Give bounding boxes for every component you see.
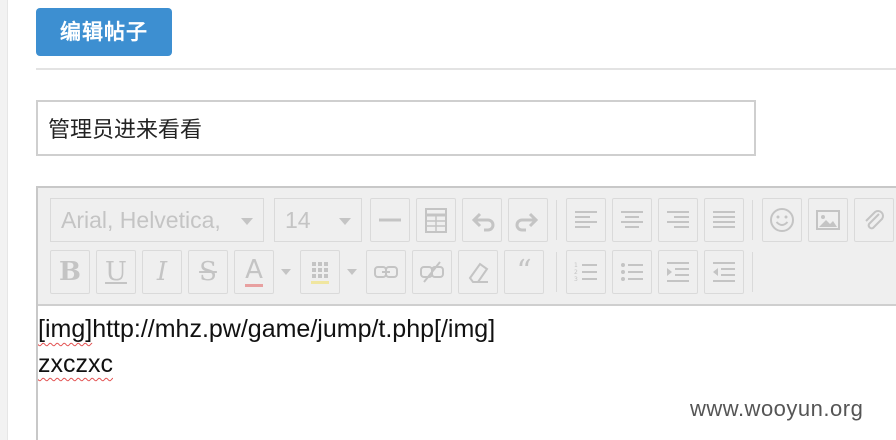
strikethrough-icon: S xyxy=(199,257,217,287)
eraser-icon xyxy=(468,262,489,283)
italic-button[interactable]: I xyxy=(142,250,182,294)
remove-format-button[interactable] xyxy=(458,250,498,294)
font-size-select[interactable]: 14 xyxy=(274,198,362,242)
background-color-button[interactable] xyxy=(300,250,340,294)
svg-text:3: 3 xyxy=(574,276,578,283)
align-justify-icon xyxy=(713,211,735,228)
outdent-icon xyxy=(713,262,735,282)
horizontal-rule-icon xyxy=(379,218,401,222)
ordered-list-button[interactable]: 123 xyxy=(566,250,606,294)
strikethrough-button[interactable]: S xyxy=(188,250,228,294)
table-icon xyxy=(425,208,447,233)
underline-button[interactable]: U xyxy=(96,250,136,294)
font-size-value: 14 xyxy=(285,207,311,233)
toolbar-separator xyxy=(752,252,753,292)
unordered-list-button[interactable] xyxy=(612,250,652,294)
editor-toolbar: Arial, Helvetica, 14 B U I S A “ 1 2 3 xyxy=(38,188,896,306)
content-line-2: zxczxc xyxy=(38,347,896,382)
italic-icon: I xyxy=(156,257,168,287)
attachment-button[interactable] xyxy=(854,198,894,242)
left-rail xyxy=(0,0,8,440)
svg-text:1: 1 xyxy=(574,262,578,269)
font-color-icon: A xyxy=(245,255,263,287)
attachment-icon xyxy=(865,210,884,230)
align-right-button[interactable] xyxy=(658,198,698,242)
chevron-down-icon[interactable] xyxy=(344,250,360,294)
unlink-button[interactable] xyxy=(412,250,452,294)
bold-button[interactable]: B xyxy=(50,250,90,294)
indent-button[interactable] xyxy=(658,250,698,294)
link-icon xyxy=(374,266,398,278)
page-title-button[interactable]: 编辑帖子 xyxy=(36,8,172,56)
underline-icon: U xyxy=(105,257,127,287)
align-center-button[interactable] xyxy=(612,198,652,242)
content-line-1: [img]http://mhz.pw/game/jump/t.php[/img] xyxy=(38,312,896,347)
align-left-icon xyxy=(575,211,597,228)
unlink-icon xyxy=(420,261,444,283)
chevron-down-icon[interactable] xyxy=(278,250,294,294)
redo-icon xyxy=(515,212,539,232)
bold-icon: B xyxy=(59,257,81,287)
quote-icon: “ xyxy=(516,254,532,289)
toolbar-separator xyxy=(556,200,557,240)
font-family-select[interactable]: Arial, Helvetica, xyxy=(50,198,264,242)
title-divider xyxy=(36,68,896,70)
grid-color-icon xyxy=(311,262,329,284)
content-text: http://mhz.pw/game/jump/t.php[/img] xyxy=(92,315,496,343)
image-icon xyxy=(816,210,840,230)
toolbar-separator xyxy=(556,252,557,292)
align-right-icon xyxy=(667,211,689,228)
align-justify-button[interactable] xyxy=(704,198,744,242)
watermark: www.wooyun.org xyxy=(690,396,864,421)
emoticon-icon xyxy=(770,208,794,232)
misspelled-word: [img] xyxy=(38,315,93,343)
font-color-button[interactable]: A xyxy=(234,250,274,294)
table-button[interactable] xyxy=(416,198,456,242)
misspelled-word: zxczxc xyxy=(38,350,113,378)
ordered-list-icon: 123 xyxy=(574,262,597,283)
editor-content[interactable]: [img]http://mhz.pw/game/jump/t.php[/img]… xyxy=(38,308,896,382)
emoticon-button[interactable] xyxy=(762,198,802,242)
chevron-down-icon xyxy=(241,218,253,225)
unordered-list-icon xyxy=(621,263,643,281)
undo-button[interactable] xyxy=(462,198,502,242)
horizontal-rule-button[interactable] xyxy=(370,198,410,242)
chevron-down-icon xyxy=(339,218,351,225)
font-family-value: Arial, Helvetica, xyxy=(61,207,221,233)
insert-link-button[interactable] xyxy=(366,250,406,294)
blockquote-button[interactable]: “ xyxy=(504,250,544,294)
svg-text:2: 2 xyxy=(574,269,578,276)
toolbar-separator xyxy=(752,200,753,240)
align-left-button[interactable] xyxy=(566,198,606,242)
redo-button[interactable] xyxy=(508,198,548,242)
undo-icon xyxy=(471,212,495,232)
align-center-icon xyxy=(621,211,643,228)
indent-icon xyxy=(667,262,689,282)
outdent-button[interactable] xyxy=(704,250,744,294)
image-button[interactable] xyxy=(808,198,848,242)
subject-input[interactable] xyxy=(36,100,756,156)
